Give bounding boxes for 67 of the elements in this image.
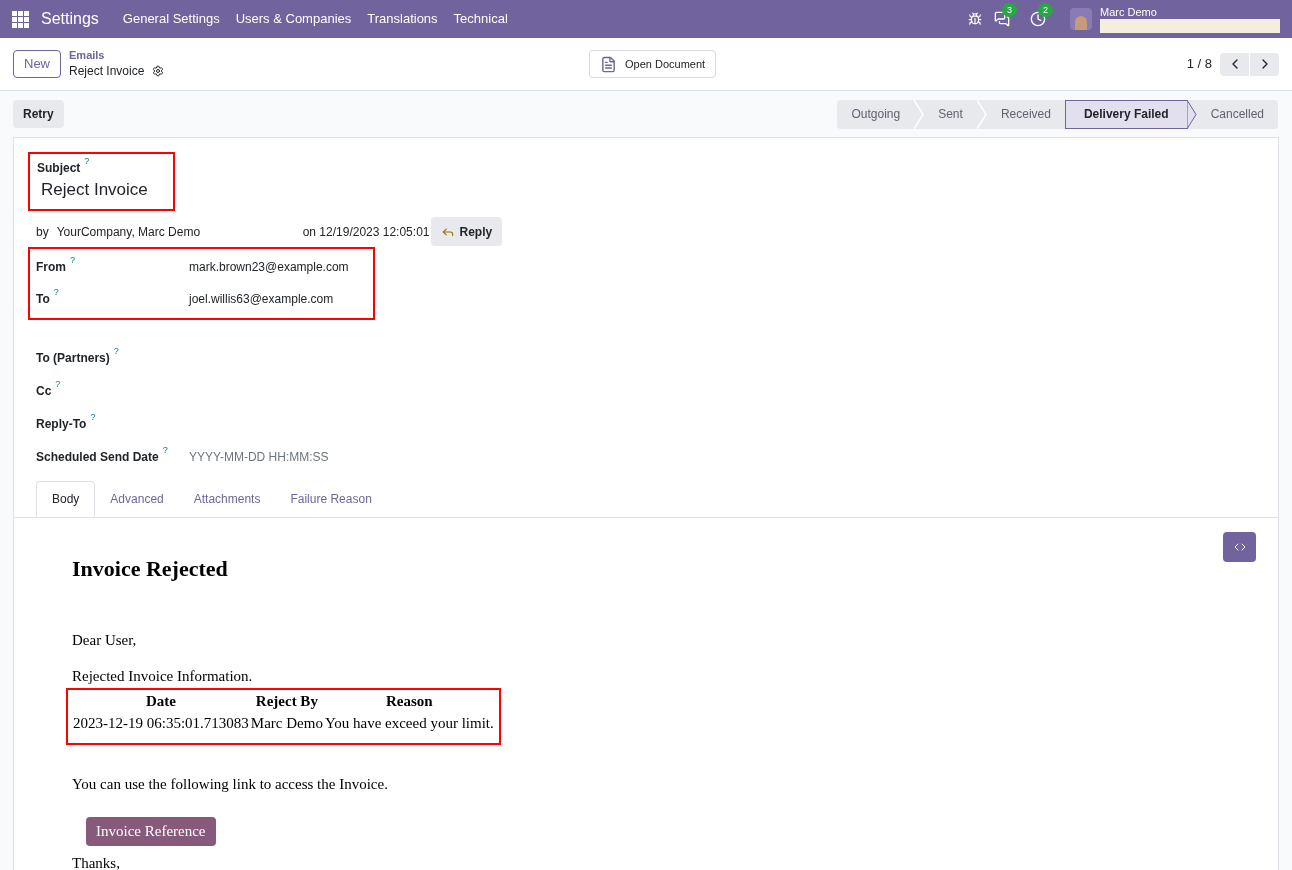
app-title[interactable]: Settings (41, 7, 99, 31)
new-button[interactable]: New (13, 50, 61, 78)
field-label: Cc (36, 382, 52, 400)
nav-menu-item[interactable]: Technical (445, 9, 516, 29)
email-address: mark.brown23@example.com (189, 258, 349, 276)
column-header: Reason (385, 691, 434, 711)
author-names: YourCompany, Marc Demo (56, 223, 202, 241)
form-tab[interactable]: Body (36, 480, 96, 517)
message-date: on 12/19/2023 12:05:01 (302, 223, 430, 241)
activity-count-badge: 2 (1038, 3, 1053, 17)
help-mark[interactable]: ? (162, 445, 168, 455)
field-label: Reply-To (36, 415, 87, 433)
help-mark[interactable]: ? (70, 255, 75, 265)
stage-separator (976, 99, 987, 129)
settings-icon[interactable] (152, 65, 165, 77)
status-stage[interactable]: Sent (924, 99, 977, 129)
table-cell-text: 2023-12-19 06:35:01.713083 (72, 714, 250, 733)
apps-menu-icon[interactable] (12, 10, 29, 28)
invoice-reference-button[interactable]: Invoice Reference (86, 817, 216, 846)
chat-icon[interactable] (994, 11, 1010, 27)
form-tab[interactable]: Advanced (95, 480, 179, 517)
column-header: Date (144, 691, 177, 711)
reply-button[interactable]: Reply (431, 217, 503, 246)
message-count-badge: 3 (1002, 3, 1017, 17)
stage-separator (914, 99, 925, 129)
breadcrumb-link[interactable]: Emails (69, 48, 589, 62)
field-label: To (Partners) (36, 349, 110, 367)
user-name[interactable]: Marc Demo (1100, 5, 1280, 19)
field-label: To (36, 290, 50, 308)
activity-icon[interactable] (1030, 11, 1046, 27)
help-mark[interactable]: ? (113, 346, 119, 356)
record-title: Reject Invoice (69, 63, 145, 80)
help-mark[interactable]: ? (53, 287, 59, 297)
nav-menu-item[interactable]: Translations (359, 9, 446, 29)
field-label: From (36, 258, 66, 276)
debug-icon[interactable] (968, 12, 982, 26)
subject-value: Reject Invoice (40, 179, 149, 201)
help-mark[interactable]: ? (84, 157, 90, 166)
field-label: Scheduled Send Date (36, 448, 159, 466)
help-mark[interactable]: ? (90, 412, 96, 422)
form-tab[interactable]: Failure Reason (275, 480, 387, 517)
by-text: by (36, 223, 49, 241)
previous-button[interactable] (1220, 52, 1249, 76)
email-heading: Invoice Rejected (72, 554, 228, 583)
code-view-button[interactable] (1223, 531, 1256, 562)
nav-menu-item[interactable]: Users & Companies (227, 9, 360, 29)
help-mark[interactable]: ? (55, 379, 61, 389)
link-instruction-text: You can use the following link to access the Invoice. (72, 774, 388, 794)
status-stage[interactable]: Received (986, 99, 1065, 129)
greeting-text: Dear User, (72, 630, 137, 650)
closing-text: Thanks, (72, 853, 120, 870)
table-cell-text: You have exceed your limit. (323, 714, 495, 733)
open-document-button[interactable]: Open Document (589, 50, 717, 78)
form-tab[interactable]: Attachments (178, 480, 276, 517)
email-address: joel.willis63@example.com (189, 290, 334, 308)
nav-menu-item[interactable]: General Settings (114, 9, 228, 29)
status-stage[interactable]: Cancelled (1196, 99, 1278, 129)
pager-value[interactable]: 1 / 8 (1186, 54, 1212, 74)
next-button[interactable] (1250, 52, 1279, 76)
status-stage[interactable]: Outgoing (837, 99, 915, 129)
retry-button[interactable]: Retry (13, 100, 64, 128)
table-cell-text: Marc Demo (249, 714, 324, 733)
intro-text: Rejected Invoice Information. (72, 667, 253, 686)
date-input[interactable]: YYYY-MM-DD HH:MM:SS (189, 447, 439, 466)
document-icon (600, 55, 617, 73)
column-header: Reject By (254, 691, 319, 711)
field-label: Subject (37, 160, 81, 177)
